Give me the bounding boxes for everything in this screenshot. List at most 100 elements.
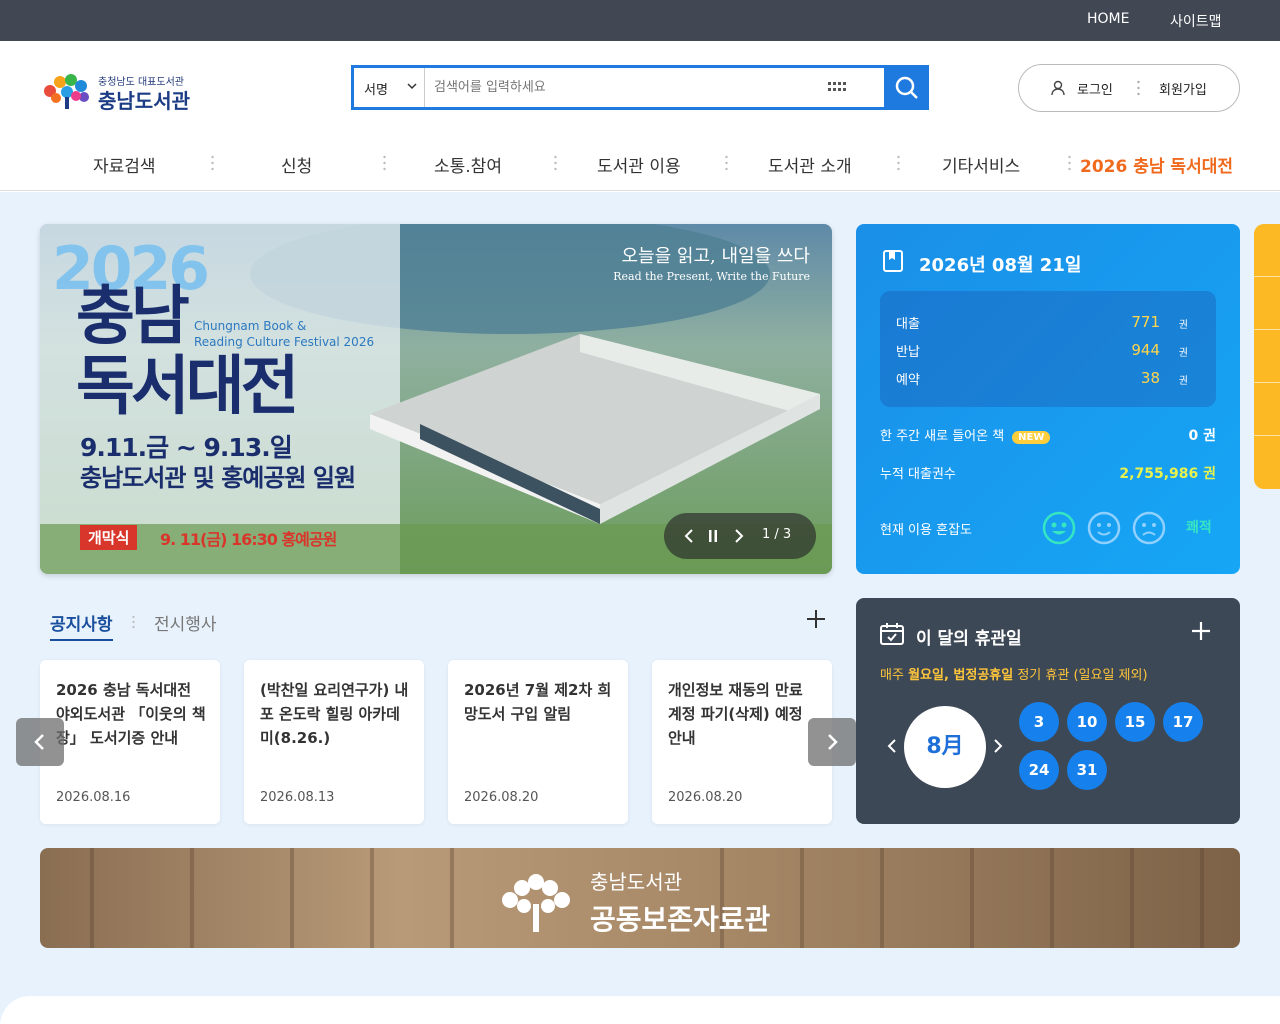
holiday-note-bold: 월요일, 법정공휴일 [908,668,1014,683]
search-button[interactable] [884,65,929,110]
separator-dots [1137,80,1140,96]
holiday-day: 17 [1163,702,1203,742]
stat-unit: 권 [1178,320,1188,331]
search-field-select[interactable]: 서명 [354,68,425,107]
holiday-title: 이 달의 휴관일 [916,629,1022,649]
month-next-icon[interactable] [992,738,1004,754]
main-banner-slider[interactable]: 오늘을 읽고, 내일을 쓰다 Read the Present, Write t… [40,224,832,574]
nav-separator [383,155,386,171]
site-header: 충청남도 대표도서관 충남도서관 서명 로그인 회원가입 자료검색 신청 소통.… [0,41,1280,191]
search-input[interactable] [426,68,886,107]
chevron-right-icon [828,734,838,750]
new-books-value: 0 권 [1188,428,1217,444]
banner-slogan-en: Read the Present, Write the Future [613,270,810,283]
notice-card-date: 2026.08.20 [464,790,539,805]
holiday-note: 매주 월요일, 법정공휴일 정기 휴관 (일요일 제외) [880,664,1148,683]
archive-banner[interactable]: 충남도서관 공동보존자료관 [40,848,1240,948]
nav-item-search[interactable]: 자료검색 [93,152,156,177]
nav-separator [211,155,214,171]
nav-item-festival[interactable]: 2026 충남 독서대전 [1080,152,1233,177]
keyboard-icon[interactable] [828,82,848,94]
slider-page-indicator: 1 / 3 [762,527,792,542]
quick-menu[interactable] [1254,224,1280,489]
month-prev-icon[interactable] [886,738,898,754]
sitemap-link[interactable]: 사이트맵 [1170,11,1222,31]
total-loans-row: 누적 대출권수 2,755,986 권 [880,463,1216,482]
signup-link[interactable]: 회원가입 [1159,79,1207,98]
stat-label: 예약 [896,373,920,388]
stat-row-reserve: 예약 38 권 [896,369,1200,389]
stat-value: 771 [1131,313,1160,331]
holiday-day: 10 [1067,702,1107,742]
login-link[interactable]: 로그인 [1077,79,1113,98]
face-normal-icon [1087,511,1121,545]
nav-separator [554,155,557,171]
congestion-value: 쾌적 [1186,520,1212,536]
site-logo[interactable]: 충청남도 대표도서관 충남도서관 [40,71,190,113]
stat-unit: 권 [1178,348,1188,359]
banner-english-line1: Chungnam Book & [194,319,307,333]
slider-next-icon[interactable] [734,529,744,543]
holiday-day: 3 [1019,702,1059,742]
banner-slogan-ko: 오늘을 읽고, 내일을 쓰다 [621,246,811,267]
archive-subtitle: 충남도서관 [590,870,682,894]
top-utility-bar: HOME 사이트맵 [0,0,1280,41]
tab-exhibition[interactable]: 전시행사 [154,610,217,635]
banner-english-title: Chungnam Book & Reading Culture Festival… [194,318,374,350]
current-month: 8月 [904,706,986,788]
stat-label: 대출 [896,317,920,332]
nav-item-usage[interactable]: 도서관 이용 [597,152,681,177]
main-background-bottom [0,996,1280,1024]
stat-label: 반납 [896,345,920,360]
nav-item-apply[interactable]: 신청 [281,152,312,177]
new-books-label: 한 주간 새로 들어온 책 [880,429,1005,444]
notice-next-button[interactable] [808,718,856,766]
banner-opening-time: 9. 11(금) 16:30 홍예공원 [160,530,337,549]
holiday-day: 15 [1115,702,1155,742]
notice-card-title: 개인정보 재동의 만료 계정 파기(삭제) 예정 안내 [668,681,803,747]
nav-item-about[interactable]: 도서관 소개 [768,152,852,177]
nav-separator [1068,155,1071,171]
slider-pause-icon[interactable] [708,530,718,542]
tab-separator [132,615,135,629]
notice-card-title: 2026년 7월 제2차 희망도서 구입 알림 [464,681,612,723]
notice-card-title: 2026 충남 독서대전 야외도서관 「이웃의 책장」 도서기증 안내 [56,681,206,747]
archive-title: 공동보존자료관 [590,903,771,936]
auth-box: 로그인 회원가입 [1018,64,1240,112]
stats-date: 2026년 08월 21일 [919,255,1082,276]
notice-card[interactable]: (박찬일 요리연구가) 내포 온도락 힐링 아카데미(8.26.) 2026.0… [244,660,424,824]
banner-place: 충남도서관 및 홍예공원 일원 [80,464,356,492]
new-badge: NEW [1012,431,1051,444]
nav-separator [897,155,900,171]
new-books-row[interactable]: 한 주간 새로 들어온 책 NEW 0 권 [880,425,1216,444]
notice-card-date: 2026.08.16 [56,790,131,805]
search-icon [895,76,918,99]
notice-card[interactable]: 개인정보 재동의 만료 계정 파기(삭제) 예정 안내 2026.08.20 [652,660,832,824]
notice-card-date: 2026.08.20 [668,790,743,805]
notice-card[interactable]: 2026년 7월 제2차 희망도서 구입 알림 2026.08.20 [448,660,628,824]
search-bar: 서명 [351,65,929,110]
face-happy-icon [1042,511,1076,545]
holiday-note-prefix: 매주 [880,668,909,683]
calendar-icon [880,623,904,645]
notice-card-date: 2026.08.13 [260,790,335,805]
book-icon [883,250,903,272]
banner-slogan: 오늘을 읽고, 내일을 쓰다 Read the Present, Write t… [613,242,810,283]
total-loans-value: 2,755,986 권 [1119,466,1216,482]
notice-more-plus-icon[interactable] [806,609,826,629]
face-sad-icon [1132,511,1166,545]
stat-value: 944 [1131,341,1160,359]
holiday-note-suffix: 정기 휴관 (일요일 제외) [1013,668,1148,683]
nav-item-services[interactable]: 기타서비스 [942,152,1020,177]
home-link[interactable]: HOME [1087,11,1129,27]
notice-prev-button[interactable] [16,718,64,766]
notice-card[interactable]: 2026 충남 독서대전 야외도서관 「이웃의 책장」 도서기증 안내 2026… [40,660,220,824]
total-loans-label: 누적 대출권수 [880,467,956,482]
banner-title: 충남 독서대전 [76,282,300,422]
slider-prev-icon[interactable] [684,529,694,543]
nav-item-community[interactable]: 소통.참여 [434,152,502,177]
tab-notice[interactable]: 공지사항 [50,610,113,641]
holiday-more-plus-icon[interactable] [1190,620,1212,642]
nav-separator [725,155,728,171]
global-nav: 자료검색 신청 소통.참여 도서관 이용 도서관 소개 기타서비스 2026 충… [0,149,1280,179]
